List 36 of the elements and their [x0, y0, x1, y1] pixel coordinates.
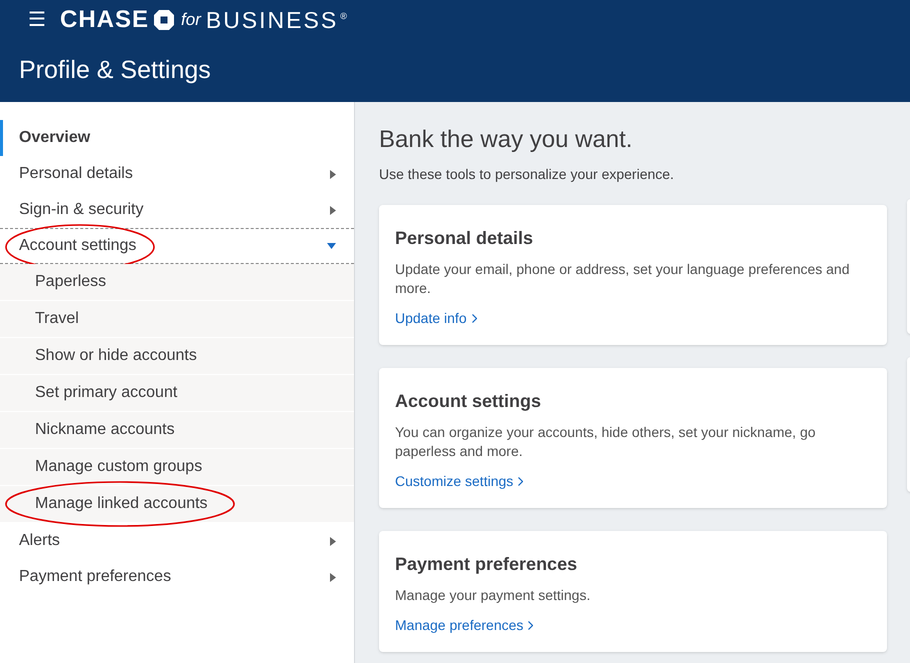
- sidebar-subitem[interactable]: Show or hide accounts: [0, 338, 354, 375]
- card-description: You can organize your accounts, hide others, set your nickname, go paperless and more.: [395, 423, 817, 461]
- page-title: Profile & Settings: [19, 55, 211, 86]
- logo-product: BUSINESS: [206, 6, 338, 35]
- sidebar-subitem[interactable]: Nickname accounts: [0, 412, 354, 449]
- octagon-logo-icon: [154, 10, 174, 30]
- sidebar-subitem[interactable]: Travel: [0, 301, 354, 338]
- card-title: Personal details: [395, 227, 534, 250]
- sidebar-item[interactable]: Alerts: [0, 523, 354, 559]
- sidebar-item[interactable]: Sign-in & security: [0, 192, 354, 228]
- card-description: Update your email, phone or address, set your language preferences and more.: [395, 260, 851, 298]
- caret-right-icon: [330, 572, 336, 582]
- sidebar-item[interactable]: Payment preferences: [0, 559, 354, 595]
- card-link[interactable]: Customize settings: [395, 471, 524, 492]
- card-link[interactable]: Update info: [395, 308, 477, 329]
- chevron-right-icon: [528, 621, 534, 630]
- sidebar-subitem[interactable]: Manage custom groups: [0, 449, 354, 486]
- sidebar-item[interactable]: Personal details: [0, 156, 354, 192]
- caret-down-icon: [327, 243, 336, 249]
- caret-right-icon: [330, 536, 336, 546]
- caret-right-icon: [330, 206, 336, 214]
- card-link[interactable]: Manage preferences: [395, 615, 534, 636]
- main-subheading: Use these tools to personalize your experience.: [379, 165, 675, 184]
- chevron-right-icon: [472, 314, 477, 323]
- sidebar-subitem[interactable]: Set primary account: [0, 375, 354, 412]
- card-description: Manage your payment settings.: [395, 586, 592, 605]
- sidebar-item[interactable]: Overview: [0, 120, 354, 156]
- registered-mark: ®: [340, 10, 347, 23]
- card-title: Payment preferences: [395, 553, 578, 576]
- logo-wordmark: CHASE: [60, 5, 150, 35]
- logo-connector: for: [181, 9, 201, 32]
- chevron-right-icon: [518, 477, 524, 486]
- card-title: Account settings: [395, 390, 542, 413]
- main-heading: Bank the way you want.: [379, 125, 634, 155]
- caret-right-icon: [330, 170, 336, 178]
- sidebar-subitem[interactable]: Paperless: [0, 264, 354, 301]
